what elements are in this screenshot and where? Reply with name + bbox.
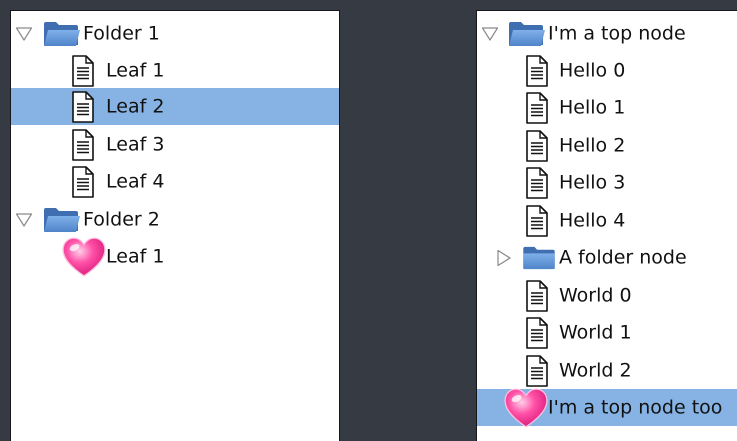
tree-item-label: Folder 2 [83,208,160,230]
tree-item-label: Hello 4 [559,209,626,231]
document-icon [71,129,95,161]
tree-item-world-2[interactable]: World 2 [477,352,737,389]
document-icon [71,166,95,198]
tree-item-label: Leaf 2 [106,95,165,117]
right-tree-view[interactable]: I'm a top node Hello 0 Hello 1 Hello 2 H… [476,10,737,441]
tree-item-top-node-too-selected[interactable]: I'm a top node too [477,389,737,426]
document-icon [525,205,549,237]
tree-item-top-node[interactable]: I'm a top node [477,15,737,52]
expand-toggle-expanded-icon[interactable] [15,25,33,43]
document-icon [525,55,549,87]
tree-item-label: Folder 1 [83,22,160,44]
tree-item-leaf-1[interactable]: Leaf 1 [11,52,339,89]
tree-item-folder-2-leaf-1[interactable]: Leaf 1 [11,238,339,275]
tree-item-hello-1[interactable]: Hello 1 [477,89,737,126]
document-icon [525,317,549,349]
document-icon [71,55,95,87]
folder-closed-icon [522,246,556,270]
tree-item-label: World 2 [559,359,632,381]
folder-open-icon [43,207,81,233]
tree-item-leaf-3[interactable]: Leaf 3 [11,126,339,163]
expand-toggle-collapsed-icon[interactable] [495,249,513,267]
document-icon [525,355,549,387]
tree-item-label: A folder node [559,246,687,268]
tree-item-label: I'm a top node too [548,396,723,418]
tree-item-hello-2[interactable]: Hello 2 [477,127,737,164]
tree-item-hello-3[interactable]: Hello 3 [477,164,737,201]
heart-icon [61,236,107,278]
expand-toggle-expanded-icon[interactable] [15,211,33,229]
tree-item-label: Hello 2 [559,134,626,156]
tree-item-label: I'm a top node [548,22,686,44]
tree-item-label: Leaf 1 [106,245,165,267]
tree-item-hello-4[interactable]: Hello 4 [477,202,737,239]
tree-item-label: Leaf 1 [106,59,165,81]
left-tree-view[interactable]: Folder 1 Leaf 1 Leaf 2 Leaf 3 Leaf 4 Fol… [10,10,340,441]
tree-item-label: World 0 [559,284,632,306]
document-icon [525,92,549,124]
document-icon [525,280,549,312]
document-icon [525,130,549,162]
tree-item-hello-0[interactable]: Hello 0 [477,52,737,89]
tree-item-folder-1[interactable]: Folder 1 [11,15,339,52]
tree-item-folder-2[interactable]: Folder 2 [11,201,339,238]
tree-item-world-0[interactable]: World 0 [477,277,737,314]
tree-item-leaf-4[interactable]: Leaf 4 [11,163,339,200]
folder-open-icon [508,21,546,47]
tree-item-label: Hello 1 [559,96,626,118]
folder-open-icon [43,21,81,47]
document-icon [71,91,95,123]
tree-item-world-1[interactable]: World 1 [477,314,737,351]
heart-icon [503,387,549,429]
expand-toggle-expanded-icon[interactable] [481,25,499,43]
tree-item-label: Hello 0 [559,59,626,81]
tree-item-leaf-2-selected[interactable]: Leaf 2 [11,88,339,125]
tree-item-label: Leaf 4 [106,170,165,192]
tree-item-label: Leaf 3 [106,133,165,155]
document-icon [525,167,549,199]
tree-item-folder-node[interactable]: A folder node [477,239,737,276]
tree-item-label: World 1 [559,321,632,343]
tree-item-label: Hello 3 [559,171,626,193]
